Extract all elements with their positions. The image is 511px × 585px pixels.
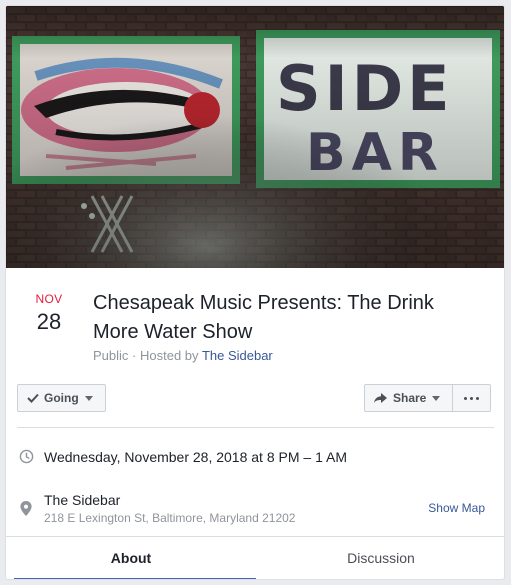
event-privacy: Public bbox=[93, 348, 129, 363]
host-link[interactable]: The Sidebar bbox=[202, 348, 273, 363]
share-arrow-icon bbox=[374, 392, 387, 404]
cover-image: SIDE BAR bbox=[6, 6, 504, 268]
tab-discussion[interactable]: Discussion bbox=[256, 537, 504, 579]
more-options-button[interactable] bbox=[452, 384, 491, 412]
clock-icon bbox=[19, 449, 34, 469]
share-button[interactable]: Share bbox=[364, 384, 453, 412]
caret-down-icon bbox=[432, 395, 441, 401]
check-icon bbox=[27, 393, 39, 403]
event-tabs: About Discussion bbox=[6, 536, 504, 579]
share-label: Share bbox=[393, 391, 427, 405]
venue-address: 218 E Lexington St, Baltimore, Maryland … bbox=[44, 511, 296, 525]
event-title: Chesapeak Music Presents: The Drink More… bbox=[93, 292, 434, 343]
hosted-by-label: Hosted by bbox=[140, 348, 199, 363]
event-datetime[interactable]: Wednesday, November 28, 2018 at 8 PM – 1… bbox=[44, 449, 347, 465]
event-card: SIDE BAR NOV 28 Chesapeak Music Presents… bbox=[5, 5, 505, 580]
divider bbox=[17, 427, 494, 428]
going-button[interactable]: Going bbox=[17, 384, 106, 412]
going-label: Going bbox=[44, 391, 79, 405]
more-dots-icon bbox=[464, 396, 467, 400]
event-meta: Public · Hosted by The Sidebar bbox=[93, 348, 273, 363]
venue-name[interactable]: The Sidebar bbox=[44, 492, 120, 508]
event-cover-photo[interactable]: SIDE BAR bbox=[6, 6, 504, 268]
caret-down-icon bbox=[84, 395, 93, 401]
event-day: 28 bbox=[36, 309, 62, 334]
tab-about[interactable]: About bbox=[6, 537, 256, 579]
event-date: NOV 28 bbox=[24, 292, 74, 335]
meta-separator: · bbox=[132, 348, 140, 363]
map-pin-icon bbox=[20, 501, 32, 521]
event-month: NOV bbox=[35, 292, 63, 306]
show-map-link[interactable]: Show Map bbox=[428, 501, 485, 515]
